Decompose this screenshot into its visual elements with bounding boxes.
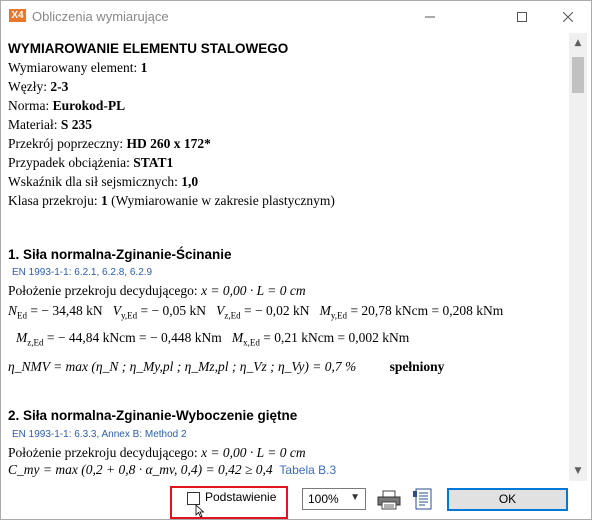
- section2-position: Położenie przekroju decydującego: x = 0,…: [8, 445, 306, 460]
- section2-ref: EN 1993-1-1: 6.3.3, Annex B: Method 2: [12, 429, 187, 440]
- table-link[interactable]: Tabela B.3: [279, 463, 336, 477]
- report-heading: WYMIAROWANIE ELEMENTU STALOWEGO: [8, 41, 289, 56]
- maximize-button[interactable]: [499, 1, 545, 32]
- force-item: Vz,Ed = − 0,02 kN: [216, 303, 310, 321]
- info-row: Norma: Eurokod-PL: [8, 98, 126, 113]
- eta-formula-row: η_NMV = max (η_N ; η_My,pl ; η_Mz,pl ; η…: [8, 359, 444, 375]
- dialog-window: X4 Obliczenia wymiarujące WYMIAROWANIE E…: [0, 0, 592, 520]
- vertical-scrollbar[interactable]: ▲ ▼: [569, 33, 587, 481]
- eta-formula: η_NMV = max (η_N ; η_My,pl ; η_Mz,pl ; η…: [8, 359, 357, 374]
- info-row: Wskaźnik dla sił sejsmicznych: 1,0: [8, 174, 199, 189]
- info-row: Węzły: 2-3: [8, 79, 69, 94]
- zoom-value: 100%: [308, 492, 339, 506]
- ok-button[interactable]: OK: [447, 488, 568, 511]
- zoom-select[interactable]: 100% ▼: [302, 488, 366, 510]
- info-row: Materiał: S 235: [8, 117, 92, 132]
- section1-ref: EN 1993-1-1: 6.2.1, 6.2.8, 6.2.9: [12, 267, 153, 278]
- section2-title: 2. Siła normalna-Zginanie-Wyboczenie gię…: [8, 408, 298, 423]
- info-row: Przypadek obciążenia: STAT1: [8, 155, 174, 170]
- force-item: Mz,Ed = − 44,84 kNcm = − 0,448 kNm: [16, 330, 222, 348]
- report-icon[interactable]: [413, 488, 433, 510]
- close-button[interactable]: [545, 1, 591, 32]
- info-row: Wymiarowany element: 1: [8, 60, 148, 75]
- force-item: Mx,Ed = 0,21 kNcm = 0,002 kNm: [231, 330, 410, 348]
- title-bar: X4 Obliczenia wymiarujące: [1, 1, 591, 32]
- chevron-down-icon: ▼: [350, 492, 360, 503]
- print-icon[interactable]: [377, 490, 401, 510]
- mouse-cursor-icon: [195, 504, 205, 518]
- close-icon: [563, 11, 573, 22]
- section1-position: Położenie przekroju decydującego: x = 0,…: [8, 283, 306, 298]
- force-item: Vy,Ed = − 0,05 kN: [112, 303, 207, 321]
- window-title: Obliczenia wymiarujące: [32, 9, 169, 24]
- minimize-button[interactable]: [407, 1, 453, 32]
- substitution-label[interactable]: Podstawienie: [205, 490, 276, 504]
- cmy-row: C_my = max (0,2 + 0,8 · α_mv, 0,4) = 0,4…: [8, 462, 337, 477]
- maximize-icon: [517, 11, 527, 22]
- force-item: My,Ed = 20,78 kNcm = 0,208 kNm: [319, 303, 504, 321]
- forces-row-1: NEd = − 34,48 kN Vy,Ed = − 0,05 kN Vz,Ed…: [8, 303, 503, 321]
- info-row: Przekrój poprzeczny: HD 260 x 172*: [8, 136, 211, 151]
- minimize-icon: [425, 16, 435, 17]
- scroll-down-icon[interactable]: ▼: [569, 463, 587, 479]
- forces-row-2: Mz,Ed = − 44,84 kNcm = − 0,448 kNm Mx,Ed…: [16, 330, 409, 348]
- status-text: spełniony: [389, 359, 445, 374]
- scroll-thumb[interactable]: [572, 57, 584, 93]
- app-icon: X4: [9, 9, 26, 22]
- scroll-up-icon[interactable]: ▲: [569, 35, 587, 51]
- force-item: NEd = − 34,48 kN: [8, 303, 103, 321]
- results-content: WYMIAROWANIE ELEMENTU STALOWEGO Wymiarow…: [5, 33, 569, 481]
- class-row: Klasa przekroju: 1 (Wymiarowanie w zakre…: [8, 193, 335, 208]
- section1-title: 1. Siła normalna-Zginanie-Ścinanie: [8, 247, 232, 262]
